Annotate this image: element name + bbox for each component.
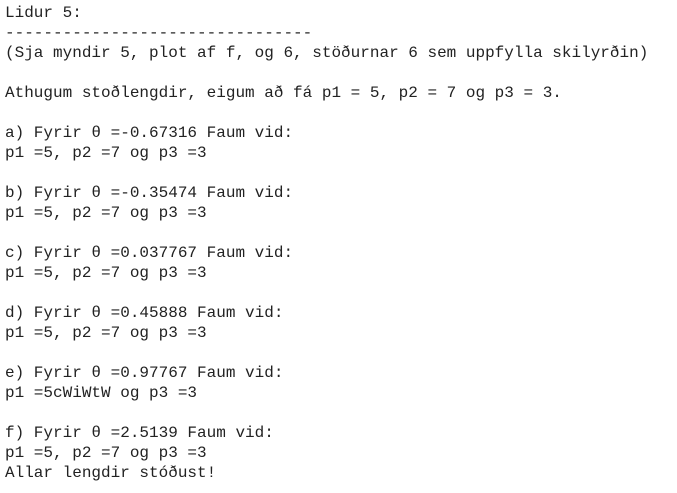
result-values-e: p1 =5cWiWtW og p3 =3 (5, 384, 198, 402)
conclusion-text: Allar lengdir stóðust! (5, 464, 217, 482)
result-values-d: p1 =5, p2 =7 og p3 =3 (5, 324, 207, 342)
result-heading-e: e) Fyrir θ =0.97767 Faum vid: (5, 364, 284, 382)
separator-line: -------------------------------- (5, 24, 313, 42)
result-heading-b: b) Fyrir θ =-0.35474 Faum vid: (5, 184, 294, 202)
figure-note: (Sja myndir 5, plot af f, og 6, stöðurna… (5, 44, 649, 62)
result-heading-c: c) Fyrir θ =0.037767 Faum vid: (5, 244, 294, 262)
intro-text: Athugum stoðlengdir, eigum að fá p1 = 5,… (5, 84, 562, 102)
result-heading-f: f) Fyrir θ =2.5139 Faum vid: (5, 424, 274, 442)
result-heading-a: a) Fyrir θ =-0.67316 Faum vid: (5, 124, 294, 142)
result-values-a: p1 =5, p2 =7 og p3 =3 (5, 144, 207, 162)
result-heading-d: d) Fyrir θ =0.45888 Faum vid: (5, 304, 284, 322)
console-output: Lidur 5: -------------------------------… (5, 0, 675, 493)
result-values-f: p1 =5, p2 =7 og p3 =3 (5, 444, 207, 462)
section-title: Lidur 5: (5, 4, 82, 22)
result-values-b: p1 =5, p2 =7 og p3 =3 (5, 204, 207, 222)
result-values-c: p1 =5, p2 =7 og p3 =3 (5, 264, 207, 282)
